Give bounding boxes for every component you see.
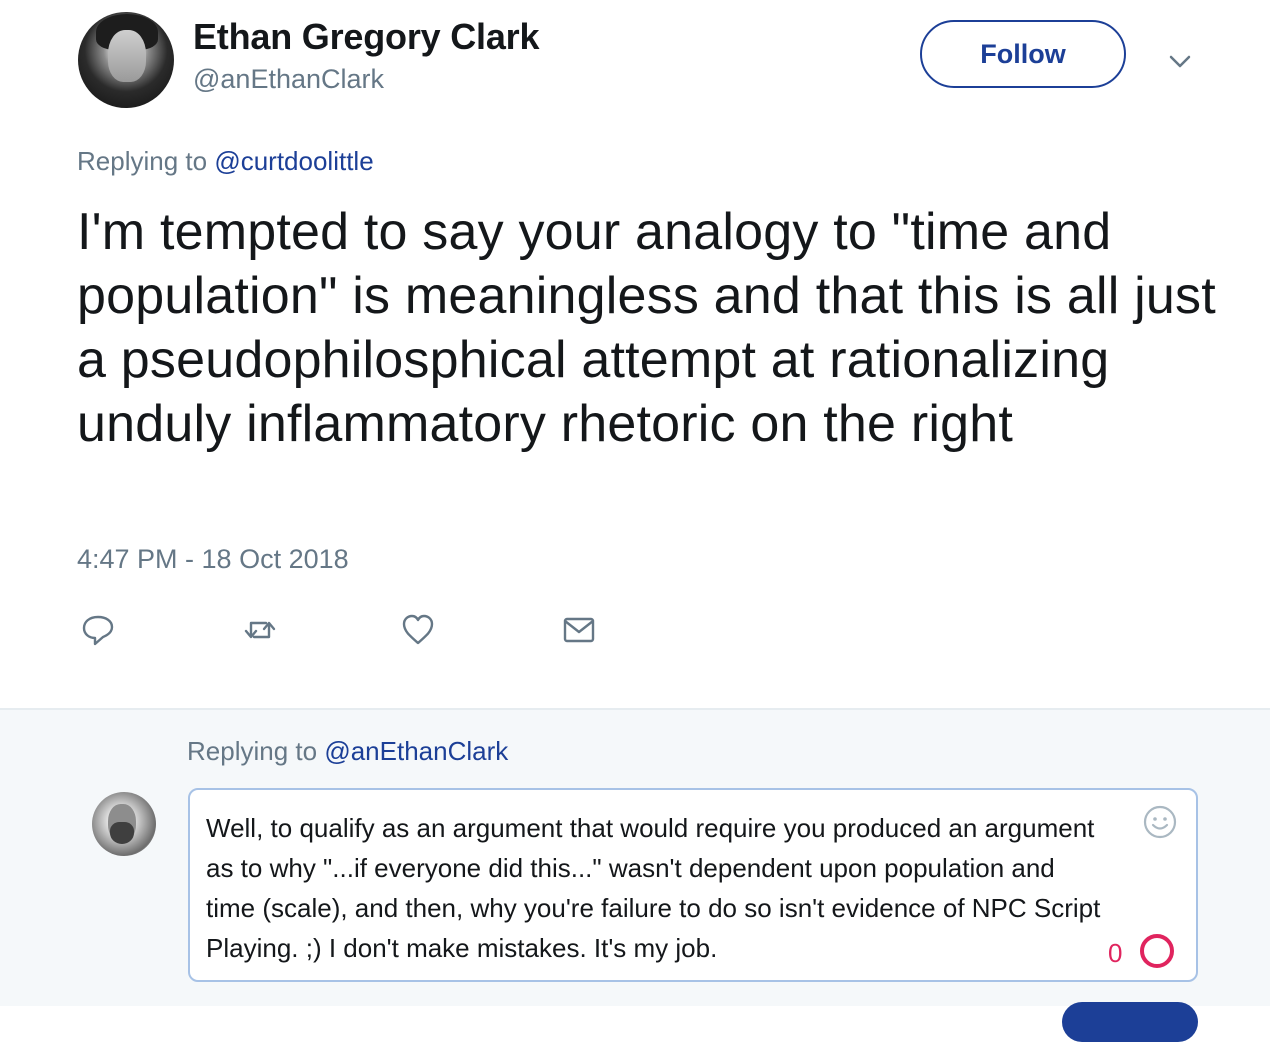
reply-submit-button[interactable] [1062,1002,1198,1042]
replying-prefix: Replying to [77,146,215,176]
reply-mention-link[interactable]: @anEthanClark [324,736,508,766]
avatar-beard [110,822,134,844]
smiley-icon[interactable] [1142,804,1178,840]
reply-replying-to: Replying to @anEthanClark [187,736,508,767]
replying-mention-link[interactable]: @curtdoolittle [214,146,373,176]
author-name[interactable]: Ethan Gregory Clark [193,16,540,58]
remaining-char-count: 0 [1108,938,1123,968]
reply-replying-prefix: Replying to [187,736,325,766]
reply-composer-area: Replying to @anEthanClark Well, to quali… [0,710,1270,1042]
chevron-down-icon[interactable] [1165,46,1195,76]
tweet-card: Ethan Gregory Clark @anEthanClark Follow… [0,0,1270,708]
reply-draft-text[interactable]: Well, to qualify as an argument that wou… [206,808,1106,968]
like-icon[interactable] [400,612,436,648]
replying-to: Replying to @curtdoolittle [77,146,374,177]
message-icon[interactable] [561,612,597,648]
retweet-icon[interactable] [242,612,278,648]
reply-icon[interactable] [80,612,116,648]
char-limit-progress-ring [1140,934,1174,968]
tweet-timestamp[interactable]: 4:47 PM - 18 Oct 2018 [77,544,349,575]
author-handle[interactable]: @anEthanClark [193,64,384,95]
author-avatar[interactable] [78,12,174,108]
tweet-text: I'm tempted to say your analogy to "time… [77,203,1216,453]
avatar-face [108,30,146,82]
reply-textbox[interactable]: Well, to qualify as an argument that wou… [188,788,1198,982]
follow-button[interactable]: Follow [920,20,1126,88]
current-user-avatar[interactable] [92,792,156,856]
